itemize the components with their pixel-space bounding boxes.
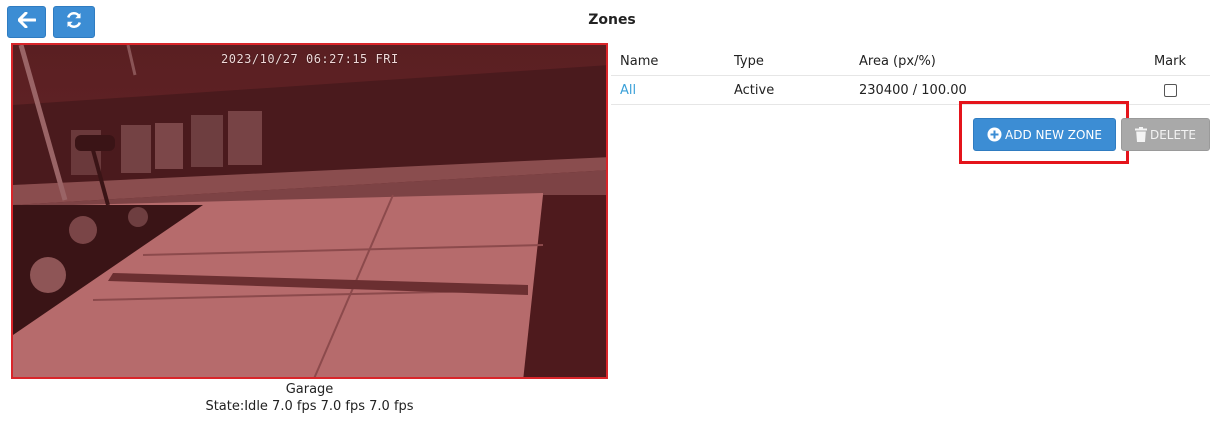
column-header-type[interactable]: Type <box>725 50 850 76</box>
camera-feed[interactable]: 2023/10/27 06:27:15 FRI <box>11 43 608 379</box>
column-header-name[interactable]: Name <box>611 50 725 76</box>
delete-label: DELETE <box>1149 127 1196 142</box>
column-header-area[interactable]: Area (px/%) <box>850 50 1130 76</box>
camera-timestamp: 2023/10/27 06:27:15 FRI <box>221 52 399 66</box>
column-header-mark: Mark <box>1130 50 1210 76</box>
zones-table: Name Type Area (px/%) Mark All Active 23… <box>611 50 1210 105</box>
trash-icon <box>1134 127 1147 142</box>
zone-type: Active <box>725 75 850 105</box>
camera-name: Garage <box>285 382 334 397</box>
zones-table-header: Name Type Area (px/%) Mark <box>611 50 1210 76</box>
zone-mark-checkbox[interactable] <box>1163 83 1177 97</box>
zone-name-link[interactable]: All <box>620 83 636 98</box>
delete-button[interactable]: DELETE <box>1121 118 1210 151</box>
add-new-zone-label: ADD NEW ZONE <box>1005 127 1102 142</box>
page-title: Zones <box>588 12 636 28</box>
camera-state: State:Idle 7.0 fps 7.0 fps 7.0 fps <box>205 399 414 414</box>
add-new-zone-button[interactable]: ADD NEW ZONE <box>973 118 1116 151</box>
camera-image <box>13 45 606 377</box>
plus-circle-icon <box>987 127 1002 142</box>
